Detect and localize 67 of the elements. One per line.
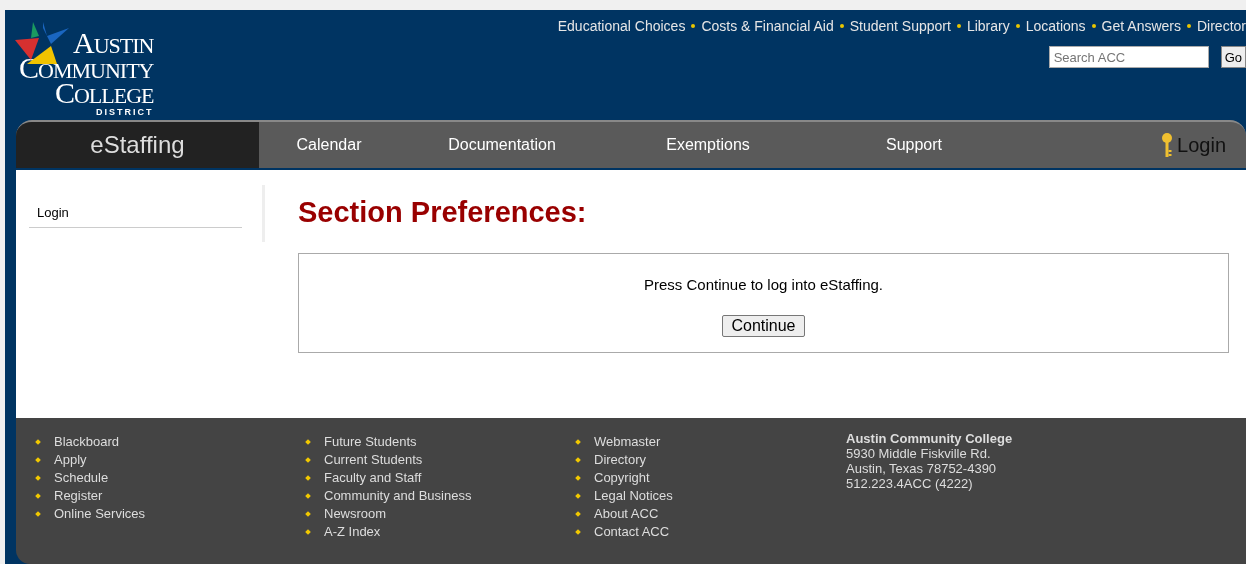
top-link[interactable]: Costs & Financial Aid (701, 18, 834, 34)
top-link[interactable]: Locations (1025, 18, 1086, 34)
bullet-icon (575, 528, 581, 535)
bullet-icon (575, 456, 581, 463)
footer-link[interactable]: Newsroom (324, 506, 387, 521)
footer-link[interactable]: Community and Business (324, 488, 472, 503)
footer-link[interactable]: Webmaster (594, 434, 661, 449)
nav-link[interactable]: Calendar (259, 136, 399, 154)
bullet-icon (305, 510, 311, 517)
footer-link[interactable]: Legal Notices (594, 488, 673, 503)
footer-link[interactable]: About ACC (594, 506, 659, 521)
bullet-icon (691, 24, 696, 28)
message-text: Press Continue to log into eStaffing. (643, 276, 883, 293)
footer-link[interactable]: Register (54, 488, 103, 503)
top-link[interactable]: Student Support (849, 18, 951, 34)
logo-text: AUSTIN (73, 32, 154, 57)
bullet-icon (305, 456, 311, 463)
footer-link[interactable]: Future Students (324, 434, 417, 449)
bullet-icon (956, 24, 961, 28)
bullet-icon (35, 456, 41, 463)
footer-link[interactable]: Current Students (324, 452, 423, 467)
address-line: 512.223.4ACC (4222) (846, 476, 974, 491)
nav-link[interactable]: Exemptions (605, 136, 811, 154)
footer-link[interactable]: Online Services (54, 506, 146, 521)
top-link[interactable]: Get Answers (1101, 18, 1181, 34)
logo-text: COMMUNITY (19, 57, 154, 82)
search-field[interactable]: Search ACC (1048, 46, 1209, 68)
brand-title: eStaffing (16, 122, 259, 168)
footer-link[interactable]: Contact ACC (594, 524, 670, 539)
logo-text: COLLEGE (54, 82, 154, 107)
continue-button[interactable]: Continue (722, 315, 805, 337)
bullet-icon (35, 510, 41, 517)
address-line: 5930 Middle Fiskville Rd. (846, 446, 992, 461)
bullet-icon (305, 528, 311, 535)
footer-link[interactable]: Directory (594, 452, 646, 467)
bullet-icon (305, 438, 311, 445)
footer-link[interactable]: Apply (54, 452, 87, 467)
footer-link[interactable]: Copyright (594, 470, 650, 485)
address-name: Austin Community College (846, 431, 1013, 446)
bullet-icon (35, 438, 41, 445)
bullet-icon (575, 510, 581, 517)
top-link[interactable]: Director (1197, 18, 1246, 34)
bullet-icon (1187, 24, 1191, 28)
bullet-icon (1015, 24, 1020, 28)
page-heading: Section Preferences: (298, 196, 588, 229)
bullet-icon (575, 492, 581, 499)
bullet-icon (1091, 24, 1096, 28)
bullet-icon (839, 24, 844, 28)
bullet-icon (35, 492, 41, 499)
go-button[interactable]: Go (1220, 46, 1246, 68)
nav-link[interactable]: Documentation (399, 136, 605, 154)
footer-link[interactable]: Faculty and Staff (324, 470, 422, 485)
footer-link[interactable]: Blackboard (54, 434, 120, 449)
key-icon (1161, 132, 1174, 158)
footer-link[interactable]: Schedule (54, 470, 109, 485)
bullet-icon (575, 438, 581, 445)
footer-link[interactable]: A-Z Index (324, 524, 381, 539)
bullet-icon (35, 474, 41, 481)
bullet-icon (305, 492, 311, 499)
nav-link[interactable]: Support (811, 136, 1017, 154)
bullet-icon (305, 474, 311, 481)
top-link[interactable]: Library (966, 18, 1010, 34)
address-line: Austin, Texas 78752-4390 (846, 461, 998, 476)
sidebar-item[interactable]: Login (29, 185, 242, 228)
logo-subtitle: DISTRICT (95, 107, 154, 117)
bullet-icon (575, 474, 581, 481)
top-link[interactable]: Educational Choices (557, 18, 686, 34)
